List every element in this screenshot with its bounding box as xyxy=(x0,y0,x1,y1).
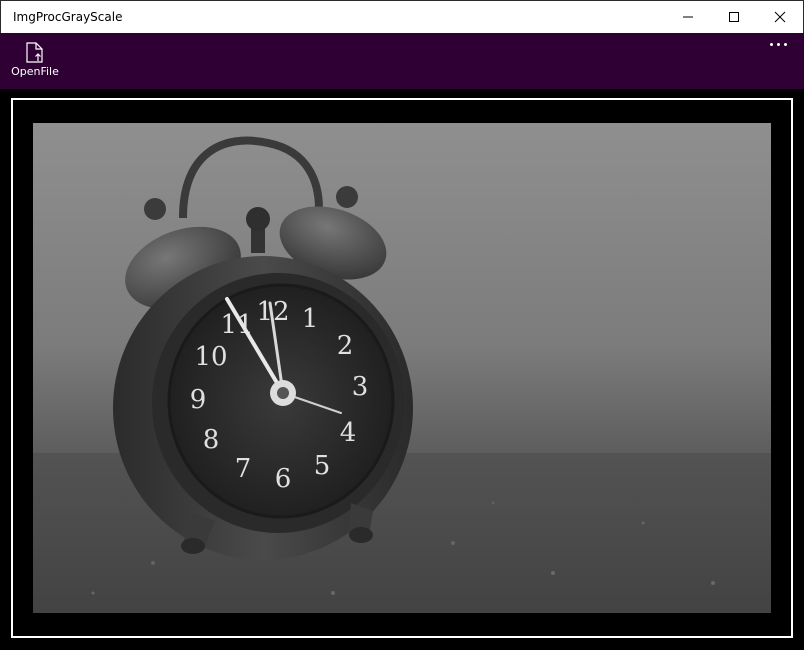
numeral-3: 3 xyxy=(352,372,369,402)
more-ellipsis-icon xyxy=(770,43,773,46)
title-bar: ImgProcGrayScale xyxy=(0,0,804,33)
minimize-button[interactable] xyxy=(665,1,711,33)
grayscale-image: 12 1 2 3 4 5 6 7 8 9 10 11 xyxy=(33,123,771,613)
close-button[interactable] xyxy=(757,1,803,33)
more-button[interactable] xyxy=(764,37,794,57)
minimize-icon xyxy=(683,16,693,18)
numeral-6: 6 xyxy=(275,464,292,494)
numeral-4: 4 xyxy=(340,418,357,448)
maximize-button[interactable] xyxy=(711,1,757,33)
numeral-8: 8 xyxy=(203,425,220,455)
command-bar: OpenFile xyxy=(0,33,804,89)
content-area: 12 1 2 3 4 5 6 7 8 9 10 11 xyxy=(0,89,804,650)
close-icon xyxy=(774,11,786,23)
open-file-icon xyxy=(26,42,43,63)
numeral-10: 10 xyxy=(194,342,227,372)
numeral-2: 2 xyxy=(337,331,354,361)
maximize-icon xyxy=(729,12,739,22)
window-title: ImgProcGrayScale xyxy=(13,10,123,24)
numeral-1: 1 xyxy=(302,304,319,334)
alarm-clock-photo: 12 1 2 3 4 5 6 7 8 9 10 11 xyxy=(33,123,771,613)
open-file-button[interactable]: OpenFile xyxy=(6,33,64,89)
open-file-label: OpenFile xyxy=(11,65,59,78)
numeral-9: 9 xyxy=(190,385,207,415)
numeral-7: 7 xyxy=(235,454,252,484)
numeral-5: 5 xyxy=(314,451,331,481)
